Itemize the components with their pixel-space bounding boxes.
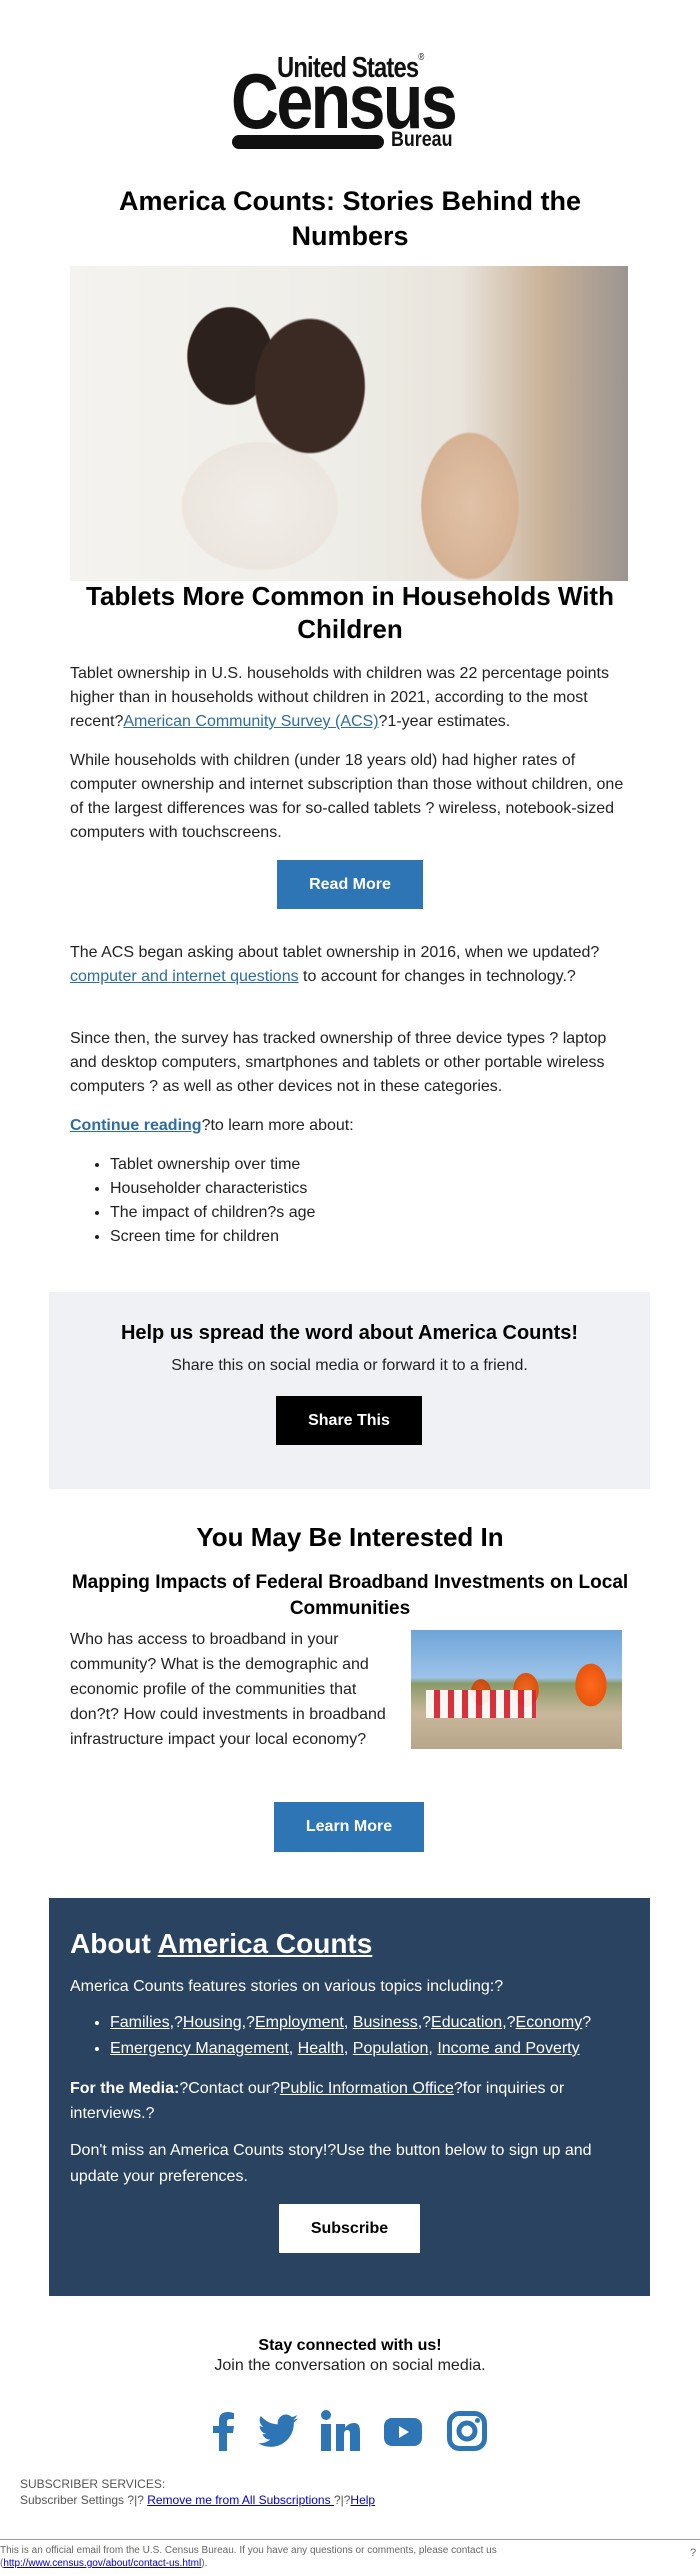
list-item: The impact of children?s age	[110, 1201, 630, 1225]
subscriber-links: Subscriber Settings ?|? Remove me from A…	[20, 2492, 375, 2508]
dont-miss-text: Don't miss an America Counts story!?Use …	[70, 2142, 592, 2185]
interested-heading: You May Be Interested In	[196, 1522, 504, 1552]
topics-list: Tablet ownership over time Householder c…	[70, 1153, 630, 1249]
text: ?Contact our?	[179, 2080, 280, 2097]
topic-link-education[interactable]: Education	[431, 2014, 502, 2031]
unsubscribe-all-link[interactable]: Remove me from All Subscriptions	[147, 2493, 334, 2507]
computer-internet-questions-link[interactable]: computer and internet questions	[70, 968, 299, 985]
continue-reading-line: Continue reading?to learn more about:	[70, 1114, 630, 1138]
text: ?1-year estimates.	[378, 713, 511, 730]
article-paragraph-1: Tablet ownership in U.S. households with…	[70, 662, 630, 734]
facebook-icon[interactable]	[212, 2411, 236, 2456]
acs-link[interactable]: American Community Survey (ACS)	[123, 713, 378, 730]
about-intro: America Counts features stories on vario…	[70, 1978, 504, 1995]
media-contact-text: For the Media:?Contact our?Public Inform…	[70, 2076, 630, 2126]
article-paragraph-2: While households with children (under 18…	[70, 752, 624, 841]
footer-text: This is an official email from the U.S. …	[0, 2545, 497, 2556]
sep: ,	[428, 2040, 438, 2057]
share-this-button[interactable]: Share This	[276, 1396, 422, 1445]
subscribe-button[interactable]: Subscribe	[279, 2204, 420, 2253]
share-panel: Help us spread the word about America Co…	[49, 1292, 650, 1489]
topic-link-employment[interactable]: Employment	[255, 2014, 344, 2031]
public-information-office-link[interactable]: Public Information Office	[280, 2080, 454, 2097]
subscriber-settings-link[interactable]: Subscriber Settings	[20, 2493, 124, 2507]
read-more-button[interactable]: Read More	[277, 860, 423, 909]
logo-bar	[232, 135, 384, 149]
related-story-body: Who has access to broadband in your comm…	[70, 1631, 386, 1748]
footer-disclaimer: This is an official email from the U.S. …	[0, 2544, 520, 2570]
text: to account for changes in technology.?	[298, 968, 576, 985]
sep: ?|?	[124, 2493, 148, 2507]
twitter-icon[interactable]	[258, 2413, 298, 2454]
list-item: Householder characteristics	[110, 1177, 630, 1201]
census-bureau-logo: United States® Census Bureau	[231, 52, 471, 152]
instagram-icon[interactable]	[447, 2411, 487, 2456]
list-item: Tablet ownership over time	[110, 1153, 630, 1177]
hero-image-mother-child-tablet	[70, 266, 628, 581]
sep: ?|?	[333, 2493, 351, 2507]
sep: ,?	[502, 2014, 516, 2031]
sep: ,?	[241, 2014, 255, 2031]
contact-us-link[interactable]: http://www.census.gov/about/contact-us.h…	[3, 2558, 201, 2569]
related-story-title[interactable]: Mapping Impacts of Federal Broadband Inv…	[60, 1570, 640, 1622]
youtube-icon[interactable]	[384, 2418, 422, 2451]
stay-connected-heading: Stay connected with us!	[258, 2337, 442, 2354]
topic-link-economy[interactable]: Economy	[516, 2014, 583, 2031]
footer-trailing-char: ?	[690, 2547, 697, 2559]
article-paragraph-3: The ACS began asking about tablet owners…	[70, 941, 630, 989]
list-item: Families,?Housing,?Employment, Business,…	[110, 2010, 650, 2036]
text: About	[70, 1928, 158, 1959]
newsletter-title: America Counts: Stories Behind the Numbe…	[118, 186, 582, 251]
subscriber-services: SUBSCRIBER SERVICES: Subscriber Settings…	[20, 2476, 375, 2508]
barrier-fence	[426, 1690, 536, 1718]
topic-link-income-poverty[interactable]: Income and Poverty	[437, 2040, 579, 2057]
sep: ?	[582, 2014, 592, 2031]
subscriber-services-label: SUBSCRIBER SERVICES:	[20, 2477, 166, 2491]
article-paragraph-4: Since then, the survey has tracked owner…	[70, 1030, 607, 1095]
sep: ,	[288, 2040, 298, 2057]
share-heading: Help us spread the word about America Co…	[120, 1322, 579, 1344]
help-link[interactable]: Help	[350, 2493, 375, 2507]
logo-text-bureau: Bureau	[391, 128, 453, 151]
broadband-cable-spools-image	[411, 1630, 622, 1749]
continue-reading-link[interactable]: Continue reading	[70, 1117, 202, 1134]
share-subtext: Share this on social media or forward it…	[171, 1357, 528, 1374]
text: ).	[201, 2558, 208, 2569]
topic-link-emergency-management[interactable]: Emergency Management	[110, 2040, 289, 2057]
text: The ACS began asking about tablet owners…	[70, 944, 600, 961]
sep: ,	[343, 2014, 353, 2031]
footer-divider	[0, 2539, 700, 2540]
topic-link-housing[interactable]: Housing	[183, 2014, 242, 2031]
topic-link-business[interactable]: Business	[353, 2014, 418, 2031]
sep: ,?	[417, 2014, 432, 2031]
about-heading: About America Counts	[70, 1928, 372, 1960]
topic-link-population[interactable]: Population	[353, 2040, 429, 2057]
article-heading: Tablets More Common in Households With C…	[86, 581, 614, 644]
learn-more-button[interactable]: Learn More	[274, 1802, 424, 1852]
text: ?to learn more about:	[201, 1117, 354, 1134]
social-subtext: Join the conversation on social media.	[214, 2357, 486, 2374]
media-label: For the Media:	[70, 2080, 180, 2097]
topic-link-health[interactable]: Health	[298, 2040, 344, 2057]
linkedin-icon[interactable]	[320, 2410, 360, 2457]
topic-link-families[interactable]: Families	[110, 2014, 170, 2031]
about-panel: About America Counts America Counts feat…	[49, 1898, 650, 2296]
sep: ,?	[169, 2014, 183, 2031]
about-topics-list: Families,?Housing,?Employment, Business,…	[70, 2010, 650, 2062]
america-counts-link[interactable]: America Counts	[158, 1928, 373, 1959]
list-item: Screen time for children	[110, 1225, 630, 1249]
sep: ,	[343, 2040, 353, 2057]
list-item: Emergency Management, Health, Population…	[110, 2036, 650, 2062]
